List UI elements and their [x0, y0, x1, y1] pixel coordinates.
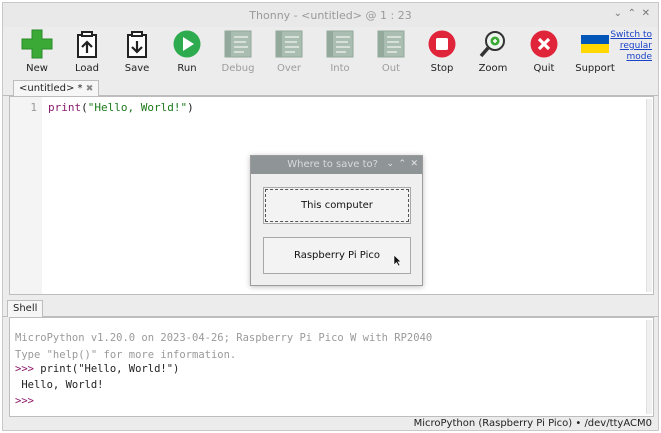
save-button[interactable]: Save: [113, 29, 161, 79]
run-icon: [173, 30, 201, 58]
zoom-icon: [479, 31, 505, 58]
shell-scrollbar[interactable]: [646, 320, 652, 414]
save-location-dialog: Where to save to? ⌄ ⌃ ✕ This computer Ra…: [250, 155, 423, 286]
dialog-maximize-icon[interactable]: ⌃: [398, 159, 406, 169]
step-into-icon: [326, 30, 354, 58]
zoom-button[interactable]: Zoom: [469, 29, 517, 79]
minimize-icon[interactable]: ⌄: [614, 8, 622, 19]
window-title: Thonny - <untitled> @ 1 : 23: [249, 9, 412, 22]
new-button[interactable]: New: [13, 29, 61, 79]
shell-input-prompt[interactable]: >>>: [15, 395, 34, 407]
quit-icon: [530, 30, 558, 58]
editor-scrollbar[interactable]: [646, 99, 652, 292]
shell-banner-line: MicroPython v1.20.0 on 2023-04-26; Raspb…: [15, 332, 433, 344]
debug-icon: [224, 30, 252, 58]
line-number: 1: [30, 101, 37, 114]
tab-label: <untitled> *: [19, 83, 83, 94]
debug-button[interactable]: Debug: [214, 29, 262, 79]
shell-command-line: >>> print("Hello, World!"): [15, 363, 180, 375]
load-icon: [77, 31, 97, 58]
toolbar: New Load Save Run Debug Over Into Out St…: [3, 27, 658, 79]
interpreter-status[interactable]: MicroPython (Raspberry Pi Pico) • /dev/t…: [414, 418, 652, 429]
plus-icon: [21, 29, 53, 59]
mouse-cursor-icon: [393, 254, 402, 270]
step-out-button[interactable]: Out: [367, 29, 415, 79]
step-into-button[interactable]: Into: [316, 29, 364, 79]
stop-icon: [428, 30, 456, 58]
shell-console[interactable]: MicroPython v1.20.0 on 2023-04-26; Raspb…: [9, 317, 654, 417]
switch-mode-link[interactable]: Switch to regular mode: [606, 30, 652, 63]
run-button[interactable]: Run: [163, 29, 211, 79]
shell-prompt: >>>: [15, 363, 34, 375]
shell-tab-bar: Shell: [3, 299, 658, 317]
this-computer-button[interactable]: This computer: [263, 187, 411, 224]
tab-close-icon[interactable]: ✖: [86, 84, 94, 94]
quit-button[interactable]: Quit: [520, 29, 568, 79]
maximize-icon[interactable]: ⌃: [628, 8, 636, 19]
step-out-icon: [377, 30, 405, 58]
close-icon[interactable]: ✕: [642, 8, 650, 19]
title-bar[interactable]: Thonny - <untitled> @ 1 : 23 ⌄ ⌃ ✕: [3, 3, 658, 27]
tab-shell[interactable]: Shell: [7, 300, 44, 317]
dialog-minimize-icon[interactable]: ⌄: [386, 159, 394, 169]
step-over-button[interactable]: Over: [265, 29, 313, 79]
dialog-title-bar[interactable]: Where to save to? ⌄ ⌃ ✕: [251, 156, 422, 174]
thonny-window: Thonny - <untitled> @ 1 : 23 ⌄ ⌃ ✕ New L…: [2, 2, 659, 431]
save-icon: [127, 31, 147, 58]
stop-button[interactable]: Stop: [418, 29, 466, 79]
step-over-icon: [275, 30, 303, 58]
load-button[interactable]: Load: [63, 29, 111, 79]
tab-untitled[interactable]: <untitled> * ✖: [13, 80, 100, 96]
dialog-title: Where to save to?: [287, 159, 378, 170]
dialog-close-icon[interactable]: ✕: [410, 159, 418, 169]
line-number-gutter: 1: [10, 97, 42, 294]
shell-output-line: Hello, World!: [15, 379, 104, 391]
editor-tab-bar: <untitled> * ✖: [3, 79, 658, 96]
code-line[interactable]: print("Hello, World!"): [48, 101, 194, 114]
status-bar: MicroPython (Raspberry Pi Pico) • /dev/t…: [3, 417, 658, 431]
shell-help-line: Type "help()" for more information.: [15, 349, 237, 361]
raspberry-pi-pico-button[interactable]: Raspberry Pi Pico: [263, 237, 411, 274]
